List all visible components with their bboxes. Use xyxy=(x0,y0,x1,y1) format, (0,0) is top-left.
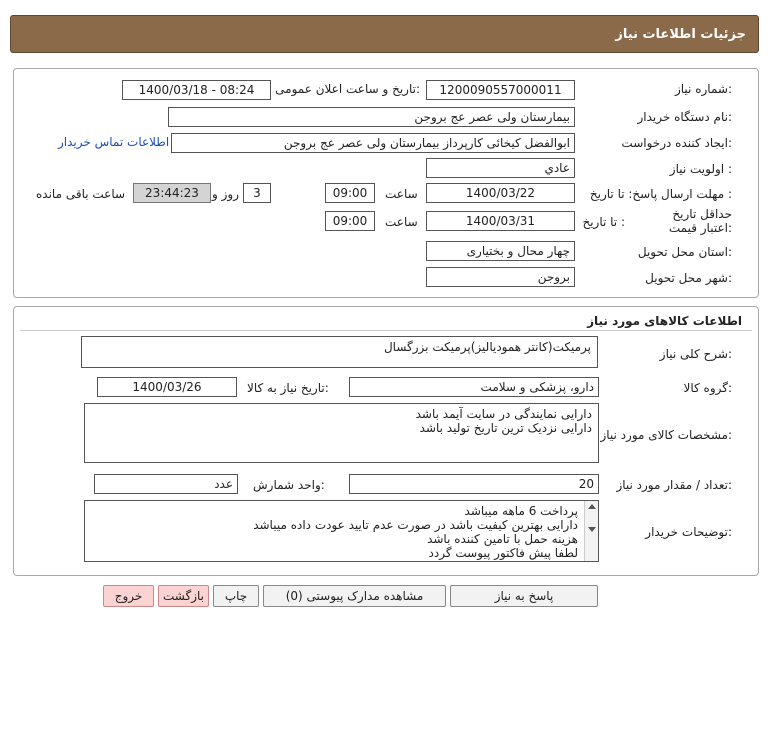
need-number-field: 1200090557000011 xyxy=(426,80,575,100)
quantity-label: تعداد / مقدار مورد نیاز: xyxy=(616,478,732,492)
price-validity-label: حداقل تاریخ اعتبار قیمت: xyxy=(668,207,732,235)
need-date-field: 1400/03/26 xyxy=(97,377,237,397)
buyer-org-field: بیمارستان ولی عصر عج بروجن xyxy=(168,107,575,127)
group-field: دارو، پزشکی و سلامت xyxy=(349,377,599,397)
requester-label: ایجاد کننده درخواست: xyxy=(621,136,732,150)
announce-datetime-label: تاریخ و ساعت اعلان عمومی: xyxy=(275,82,420,96)
specs-label: مشخصات کالای مورد نیاز: xyxy=(600,428,732,442)
announce-datetime-field: 1400/03/18 - 08:24 xyxy=(122,80,271,100)
scroll-up-icon[interactable] xyxy=(588,504,596,509)
page-header: جزئیات اطلاعات نیاز xyxy=(10,15,759,53)
days-field: 3 xyxy=(243,183,271,203)
quantity-field: 20 xyxy=(349,474,599,494)
notes-scrollbar[interactable] xyxy=(584,501,598,561)
back-button[interactable]: بازگشت xyxy=(158,585,209,607)
notes-line: پرداخت 6 ماهه میباشد xyxy=(464,504,578,518)
exit-button[interactable]: خروج xyxy=(103,585,154,607)
city-label: شهر محل تحویل: xyxy=(645,271,732,285)
priority-label: اولویت نیاز : xyxy=(669,162,732,176)
specs-line: دارایی نمایندگی در سایت آیمد باشد xyxy=(415,407,592,421)
need-date-label: تاریخ نیاز به کالا: xyxy=(247,381,329,395)
remaining-time-field: 23:44:23 xyxy=(133,183,211,203)
notes-line: هزینه حمل با تامین کننده باشد xyxy=(427,532,578,546)
notes-line: لطفا پیش فاکتور پیوست گردد xyxy=(428,546,578,560)
need-number-label: شماره نیاز: xyxy=(674,82,732,96)
reply-deadline-label: مهلت ارسال پاسخ: تا تاریخ : xyxy=(589,187,732,201)
page-title: جزئیات اطلاعات نیاز xyxy=(615,27,746,42)
reply-time-label: ساعت xyxy=(385,187,418,201)
validity-until-label: تا تاریخ : xyxy=(582,215,625,229)
reply-button[interactable]: پاسخ به نیاز xyxy=(450,585,598,607)
unit-field: عدد xyxy=(94,474,238,494)
province-label: استان محل تحویل: xyxy=(637,245,732,259)
priority-field: عادي xyxy=(426,158,575,178)
reply-date-field: 1400/03/22 xyxy=(426,183,575,203)
need-info-panel xyxy=(13,68,759,298)
goods-section-title: اطلاعات کالاهای مورد نیاز xyxy=(587,314,742,328)
province-field: چهار محال و بختیاری xyxy=(426,241,575,261)
specs-field: دارایی نمایندگی در سایت آیمد باشد دارایی… xyxy=(84,403,599,463)
unit-label: واحد شمارش: xyxy=(253,478,325,492)
remaining-label: ساعت باقی مانده xyxy=(36,187,126,201)
buyer-notes-field: پرداخت 6 ماهه میباشد دارایی بهترین کیفیت… xyxy=(84,500,599,562)
days-label: روز و xyxy=(212,187,239,201)
city-field: بروجن xyxy=(426,267,575,287)
group-label: گروه کالا: xyxy=(683,381,733,395)
specs-line: دارایی نزدیک ترین تاریخ تولید باشد xyxy=(419,421,592,435)
requester-field: ابوالفضل کیخائی کارپرداز بیمارستان ولی ع… xyxy=(171,133,575,153)
buyer-notes-label: توضیحات خریدار: xyxy=(645,525,732,539)
scroll-down-icon[interactable] xyxy=(588,527,596,532)
print-button[interactable]: چاپ xyxy=(213,585,259,607)
description-label: شرح کلی نیاز: xyxy=(659,347,732,361)
buyer-org-label: نام دستگاه خریدار: xyxy=(637,110,733,124)
validity-date-field: 1400/03/31 xyxy=(426,211,575,231)
validity-time-field: 09:00 xyxy=(325,211,375,231)
section-divider xyxy=(20,330,752,331)
validity-time-label: ساعت xyxy=(385,215,418,229)
description-field: پرمیکت(کانتر همودیالیز)پرمیکت بزرگسال xyxy=(81,336,598,368)
view-attachments-button[interactable]: مشاهده مدارک پیوستی (0) xyxy=(263,585,446,607)
contact-buyer-link[interactable]: اطلاعات تماس خریدار xyxy=(58,135,169,149)
reply-time-field: 09:00 xyxy=(325,183,375,203)
notes-line: دارایی بهترین کیفیت باشد در صورت عدم تای… xyxy=(253,518,578,532)
